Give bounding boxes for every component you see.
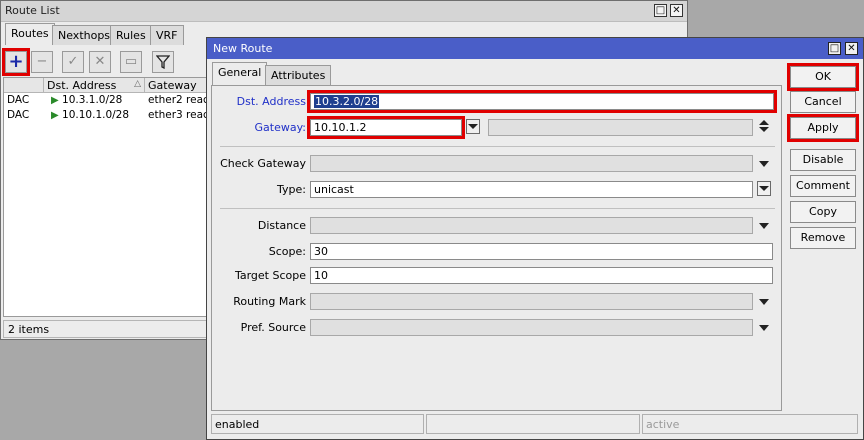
col-dst-address[interactable]: Dst. Address △ xyxy=(44,78,145,93)
col-dst-address-label: Dst. Address xyxy=(47,79,117,92)
chevron-down-icon xyxy=(468,124,478,129)
chevron-down-icon[interactable] xyxy=(759,325,769,331)
tab-vrf[interactable]: VRF xyxy=(150,25,184,45)
col-flags[interactable] xyxy=(4,78,44,93)
tab-attributes-label: Attributes xyxy=(271,69,326,82)
status-enabled: enabled xyxy=(211,414,424,434)
apply-button[interactable]: Apply xyxy=(787,114,859,142)
add-button[interactable]: + xyxy=(2,48,30,76)
row-dst: ▶ 10.3.1.0/28 xyxy=(48,93,145,108)
gateway-dropdown-button[interactable] xyxy=(466,119,480,134)
close-icon[interactable]: ✕ xyxy=(670,4,683,17)
check-icon: ✓ xyxy=(67,54,79,69)
dst-address-input[interactable]: 10.3.2.0/28 xyxy=(307,90,777,113)
cancel-button[interactable]: Cancel xyxy=(790,91,856,113)
enable-button[interactable]: ✓ xyxy=(62,51,84,73)
remove-button[interactable]: − xyxy=(31,51,53,73)
tab-nexthops[interactable]: Nexthops xyxy=(52,25,117,45)
add-icon: + xyxy=(8,51,24,72)
tab-routes-label: Routes xyxy=(11,27,49,40)
flag-icon: ▶ xyxy=(51,110,59,121)
gateway-label: Gateway: xyxy=(254,121,307,134)
chevron-down-icon[interactable] xyxy=(759,161,769,167)
new-route-title: New Route xyxy=(213,42,273,55)
close-icon[interactable]: ✕ xyxy=(845,42,858,55)
tab-rules-label: Rules xyxy=(116,29,146,42)
sort-indicator-icon: △ xyxy=(134,79,141,89)
check-gateway-label: Check Gateway xyxy=(220,157,306,170)
disable-button[interactable]: ✕ xyxy=(89,51,111,73)
check-gateway-select[interactable] xyxy=(310,155,753,172)
gateway-extra-input[interactable] xyxy=(488,119,753,136)
maximize-icon[interactable]: □ xyxy=(828,42,841,55)
cross-icon: ✕ xyxy=(94,54,106,69)
arrow-down-icon[interactable] xyxy=(759,127,769,132)
row-gateway: ether2 reac xyxy=(148,94,209,106)
row-dst-text: 10.10.1.0/28 xyxy=(62,109,130,121)
scope-input[interactable]: 30 xyxy=(310,243,773,260)
dst-address-value: 10.3.2.0/28 xyxy=(314,95,380,108)
comment-icon: ▭ xyxy=(124,54,138,69)
divider xyxy=(220,208,775,209)
row-gateway: ether3 reac xyxy=(148,109,209,121)
pref-source-label: Pref. Source xyxy=(240,321,306,334)
distance-label: Distance xyxy=(257,219,306,232)
type-label: Type: xyxy=(277,183,306,196)
gateway-input[interactable]: 10.10.1.2 xyxy=(307,116,465,139)
row-dst: ▶ 10.10.1.0/28 xyxy=(48,108,145,123)
tab-routes[interactable]: Routes xyxy=(5,23,55,45)
type-select[interactable]: unicast xyxy=(310,181,753,198)
scope-label: Scope: xyxy=(268,245,306,258)
new-route-dialog: New Route □ ✕ General Attributes Dst. Ad… xyxy=(206,37,864,440)
pref-source-input[interactable] xyxy=(310,319,753,336)
chevron-down-icon[interactable] xyxy=(759,299,769,305)
row-flags: DAC xyxy=(7,94,30,106)
row-dst-text: 10.3.1.0/28 xyxy=(62,94,123,106)
flag-icon: ▶ xyxy=(51,95,59,106)
target-scope-input[interactable]: 10 xyxy=(310,267,773,284)
divider xyxy=(220,146,775,147)
status-middle xyxy=(426,414,640,434)
routing-mark-input[interactable] xyxy=(310,293,753,310)
tab-vrf-label: VRF xyxy=(156,29,178,42)
comment-button[interactable]: ▭ xyxy=(120,51,142,73)
copy-button[interactable]: Copy xyxy=(790,201,856,223)
tab-general-label: General xyxy=(218,66,262,79)
type-dropdown-button[interactable] xyxy=(757,181,771,196)
route-list-title: Route List xyxy=(5,4,60,17)
filter-icon xyxy=(155,55,171,70)
row-flags: DAC xyxy=(7,109,30,121)
comment-button[interactable]: Comment xyxy=(790,175,856,197)
chevron-down-icon xyxy=(759,186,769,191)
arrow-up-icon[interactable] xyxy=(759,120,769,125)
dst-address-label: Dst. Address xyxy=(236,95,306,108)
remove-icon: − xyxy=(36,54,48,69)
tab-general[interactable]: General xyxy=(212,62,268,86)
distance-input[interactable] xyxy=(310,217,753,234)
status-active: active xyxy=(642,414,858,434)
routing-mark-label: Routing Mark xyxy=(233,295,306,308)
ok-button[interactable]: OK xyxy=(787,63,859,91)
tab-rules[interactable]: Rules xyxy=(110,25,152,45)
target-scope-label: Target Scope xyxy=(234,269,306,282)
remove-button[interactable]: Remove xyxy=(790,227,856,249)
tab-attributes[interactable]: Attributes xyxy=(265,65,332,86)
disable-button[interactable]: Disable xyxy=(790,149,856,171)
filter-button[interactable] xyxy=(152,51,174,73)
route-list-titlebar[interactable]: Route List □ ✕ xyxy=(1,1,687,22)
chevron-down-icon[interactable] xyxy=(759,223,769,229)
maximize-icon[interactable]: □ xyxy=(654,4,667,17)
new-route-titlebar[interactable]: New Route □ ✕ xyxy=(207,38,863,59)
general-panel: Dst. Address 10.3.2.0/28 Gateway: 10.10.… xyxy=(211,85,782,411)
tab-nexthops-label: Nexthops xyxy=(58,29,111,42)
